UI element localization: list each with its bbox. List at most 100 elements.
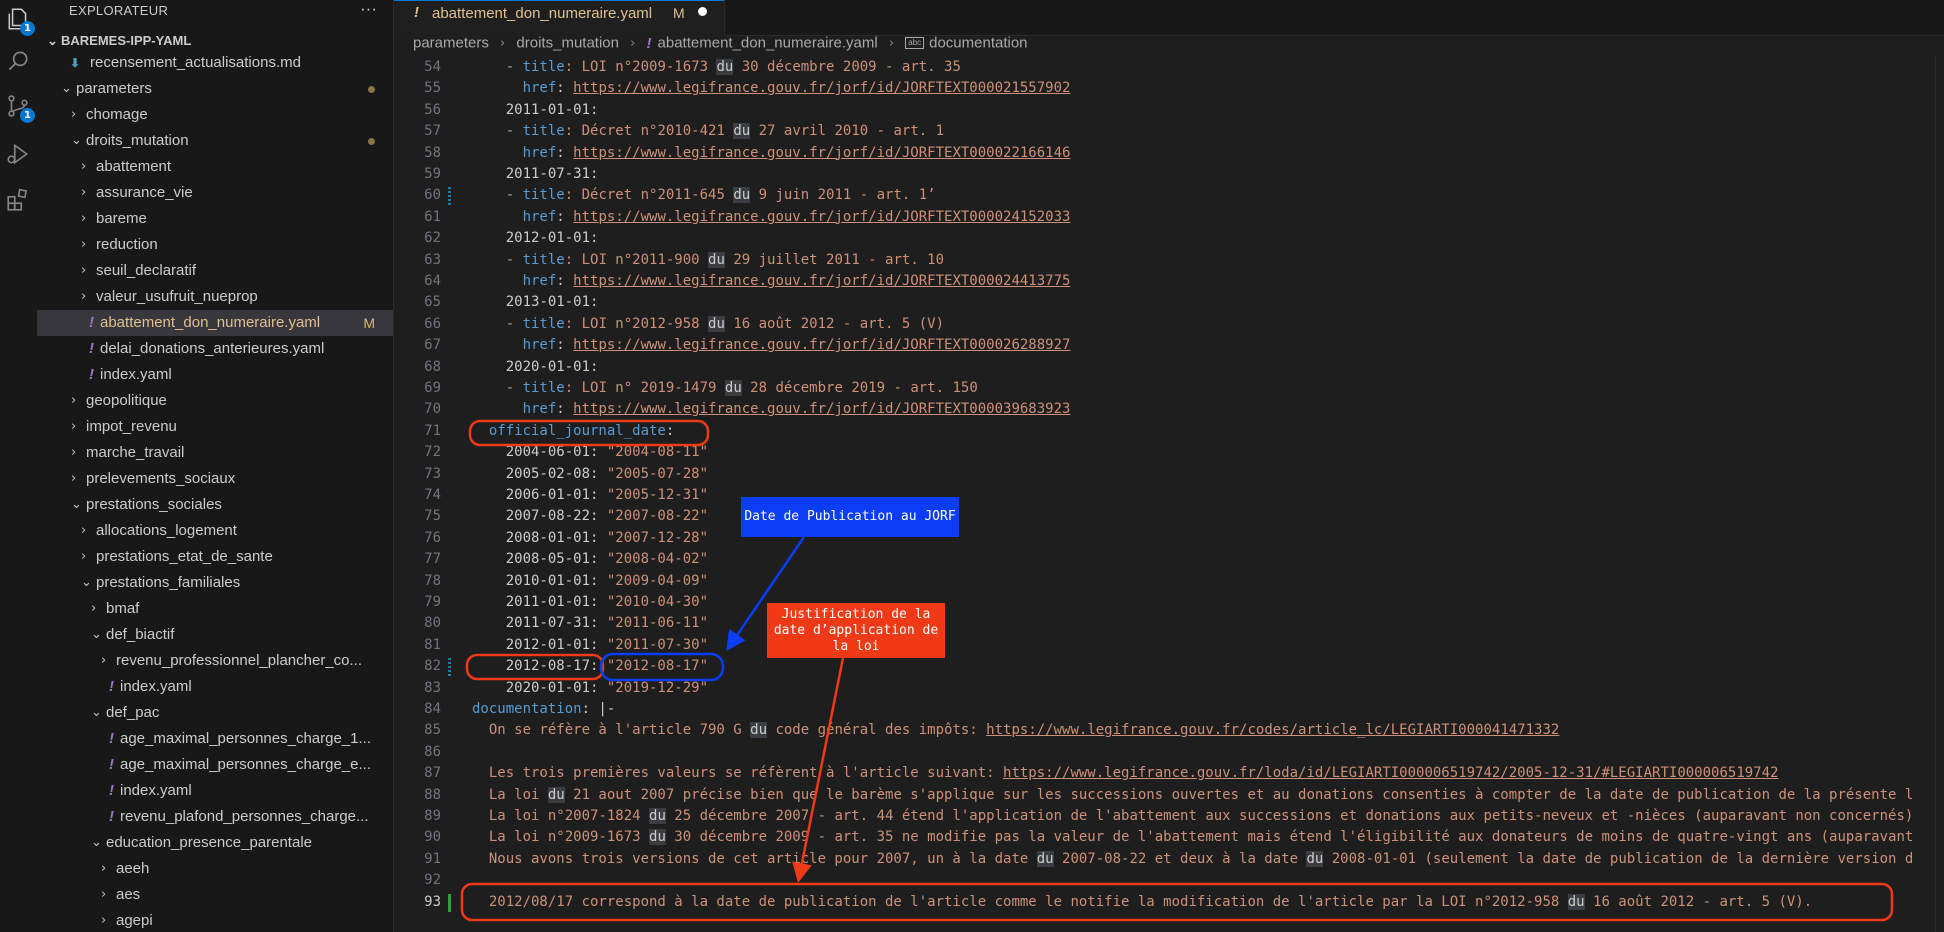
tree-folder[interactable]: › geopolitique	[37, 388, 393, 414]
tree-folder[interactable]: › impot_revenu	[37, 414, 393, 440]
code-editor[interactable]: 54 - title: LOI n°2009-1673 du 30 décemb…	[394, 57, 1944, 932]
code-line[interactable]: 68 2020-01-01:	[394, 357, 1944, 378]
tree-folder[interactable]: ⌄ parameters	[37, 76, 393, 102]
tree-folder[interactable]: ⌄ education_presence_parentale	[37, 830, 393, 856]
breadcrumb-item[interactable]: droits_mutation	[516, 35, 619, 52]
chevron-right-icon: ›	[81, 185, 87, 200]
code-line[interactable]: 75 2007-08-22: "2007-08-22"	[394, 506, 1944, 527]
code-line[interactable]: 76 2008-01-01: "2007-12-28"	[394, 528, 1944, 549]
code-line[interactable]: 60 - title: Décret n°2011-645 du 9 juin …	[394, 185, 1944, 206]
tree-file[interactable]: ! index.yaml	[37, 362, 393, 388]
code-line[interactable]: 82 2012-08-17: "2012-08-17"	[394, 656, 1944, 677]
tree-folder[interactable]: › prelevements_sociaux	[37, 466, 393, 492]
tree-folder[interactable]: › revenu_professionnel_plancher_co...	[37, 648, 393, 674]
tree-item-label: education_presence_parentale	[106, 834, 312, 851]
workspace-section[interactable]: ⌄ BAREMES-IPP-YAML	[47, 33, 191, 49]
unsaved-dot-icon[interactable]	[698, 7, 707, 16]
code-token: 25 décembre 2007 - art. 44 étend l'appli…	[665, 808, 1914, 824]
code-line[interactable]: 71 official_journal_date:	[394, 421, 1944, 442]
line-content: documentation: |-	[472, 699, 615, 720]
breadcrumb-item[interactable]: documentation	[929, 35, 1027, 52]
code-line[interactable]: 67 href: https://www.legifrance.gouv.fr/…	[394, 335, 1944, 356]
tree-file[interactable]: ! index.yaml	[37, 674, 393, 700]
code-line[interactable]: 81 2012-01-01: "2011-07-30"	[394, 635, 1944, 656]
tree-folder[interactable]: › agepi	[37, 908, 393, 932]
tree-folder[interactable]: › chomage	[37, 102, 393, 128]
explorer-icon[interactable]: 1	[4, 5, 35, 36]
code-line[interactable]: 62 2012-01-01:	[394, 228, 1944, 249]
run-debug-icon[interactable]	[4, 140, 32, 168]
code-line[interactable]: 61 href: https://www.legifrance.gouv.fr/…	[394, 207, 1944, 228]
tree-folder[interactable]: › valeur_usufruit_nueprop	[37, 284, 393, 310]
breadcrumb-item[interactable]: abattement_don_numeraire.yaml	[658, 35, 878, 52]
modified-line-marker[interactable]	[448, 658, 451, 677]
search-icon[interactable]	[4, 47, 32, 75]
tree-file[interactable]: ⬇ recensement_actualisations.md	[37, 50, 393, 76]
code-line[interactable]: 59 2011-07-31:	[394, 164, 1944, 185]
tree-folder[interactable]: ⌄ droits_mutation	[37, 128, 393, 154]
tree-folder[interactable]: › bmaf	[37, 596, 393, 622]
tree-file[interactable]: ! delai_donations_anterieures.yaml	[37, 336, 393, 362]
code-line[interactable]: 77 2008-05-01: "2008-04-02"	[394, 549, 1944, 570]
tree-folder[interactable]: › seuil_declaratif	[37, 258, 393, 284]
code-line[interactable]: 93 2012/08/17 correspond à la date de pu…	[394, 892, 1944, 913]
tree-folder[interactable]: › aeeh	[37, 856, 393, 882]
tree-file[interactable]: ! age_maximal_personnes_charge_e...	[37, 752, 393, 778]
code-line[interactable]: 72 2004-06-01: "2004-08-11"	[394, 442, 1944, 463]
code-line[interactable]: 63 - title: LOI n°2011-900 du 29 juillet…	[394, 250, 1944, 271]
tree-folder[interactable]: › aes	[37, 882, 393, 908]
tree-folder[interactable]: ⌄ def_biactif	[37, 622, 393, 648]
breadcrumb-item[interactable]: parameters	[413, 35, 489, 52]
code-line[interactable]: 86	[394, 742, 1944, 763]
tree-file[interactable]: ! abattement_don_numeraire.yaml M	[37, 310, 393, 336]
code-line[interactable]: 69 - title: LOI n° 2019-1479 du 28 décem…	[394, 378, 1944, 399]
tree-folder[interactable]: › abattement	[37, 154, 393, 180]
tree-folder[interactable]: ⌄ def_pac	[37, 700, 393, 726]
code-line[interactable]: 79 2011-01-01: "2010-04-30"	[394, 592, 1944, 613]
source-control-icon[interactable]: 1	[4, 92, 35, 123]
code-line[interactable]: 78 2010-01-01: "2009-04-09"	[394, 571, 1944, 592]
code-line[interactable]: 89 La loi n°2007-1824 du 25 décembre 200…	[394, 806, 1944, 827]
code-line[interactable]: 92	[394, 870, 1944, 891]
code-line[interactable]: 90 La loi n°2009-1673 du 30 décembre 200…	[394, 827, 1944, 848]
tree-folder[interactable]: › prestations_etat_de_sante	[37, 544, 393, 570]
code-line[interactable]: 66 - title: LOI n°2012-958 du 16 août 20…	[394, 314, 1944, 335]
tree-file[interactable]: ! revenu_plafond_personnes_charge...	[37, 804, 393, 830]
code-line[interactable]: 54 - title: LOI n°2009-1673 du 30 décemb…	[394, 57, 1944, 78]
modified-line-marker[interactable]	[448, 187, 451, 206]
code-line[interactable]: 65 2013-01-01:	[394, 292, 1944, 313]
tab-abattement-don-numeraire[interactable]: ! abattement_don_numeraire.yaml M	[394, 0, 725, 36]
breadcrumb: parameters › droits_mutation › ! abatteme…	[413, 34, 1028, 56]
code-line[interactable]: 70 href: https://www.legifrance.gouv.fr/…	[394, 399, 1944, 420]
more-actions-icon[interactable]: ···	[360, 0, 377, 19]
added-line-marker[interactable]	[448, 893, 451, 912]
code-line[interactable]: 73 2005-02-08: "2005-07-28"	[394, 464, 1944, 485]
tree-folder[interactable]: › marche_travail	[37, 440, 393, 466]
code-line[interactable]: 91 Nous avons trois versions de cet arti…	[394, 849, 1944, 870]
code-line[interactable]: 56 2011-01-01:	[394, 100, 1944, 121]
workspace-name: BAREMES-IPP-YAML	[61, 33, 192, 48]
code-line[interactable]: 74 2006-01-01: "2005-12-31"	[394, 485, 1944, 506]
tree-folder[interactable]: › allocations_logement	[37, 518, 393, 544]
overview-ruler[interactable]	[1935, 57, 1944, 932]
code-line[interactable]: 85 On se réfère à l'article 790 G du cod…	[394, 720, 1944, 741]
code-line[interactable]: 88 La loi du 21 aout 2007 précise bien q…	[394, 785, 1944, 806]
code-line[interactable]: 83 2020-01-01: "2019-12-29"	[394, 678, 1944, 699]
code-line[interactable]: 57 - title: Décret n°2010-421 du 27 avri…	[394, 121, 1944, 142]
code-line[interactable]: 58 href: https://www.legifrance.gouv.fr/…	[394, 143, 1944, 164]
tree-folder[interactable]: ⌄ prestations_familiales	[37, 570, 393, 596]
line-number: 72	[424, 444, 441, 461]
code-line[interactable]: 64 href: https://www.legifrance.gouv.fr/…	[394, 271, 1944, 292]
code-line[interactable]: 80 2011-07-31: "2011-06-11"	[394, 613, 1944, 634]
code-line[interactable]: 84 documentation: |-	[394, 699, 1944, 720]
tree-folder[interactable]: › assurance_vie	[37, 180, 393, 206]
tree-folder[interactable]: › reduction	[37, 232, 393, 258]
line-content: 2013-01-01:	[472, 292, 599, 313]
tree-folder[interactable]: ⌄ prestations_sociales	[37, 492, 393, 518]
tree-file[interactable]: ! index.yaml	[37, 778, 393, 804]
code-line[interactable]: 55 href: https://www.legifrance.gouv.fr/…	[394, 78, 1944, 99]
code-line[interactable]: 87 Les trois premières valeurs se réfère…	[394, 763, 1944, 784]
tree-file[interactable]: ! age_maximal_personnes_charge_1...	[37, 726, 393, 752]
tree-folder[interactable]: › bareme	[37, 206, 393, 232]
extensions-icon[interactable]	[4, 186, 32, 214]
